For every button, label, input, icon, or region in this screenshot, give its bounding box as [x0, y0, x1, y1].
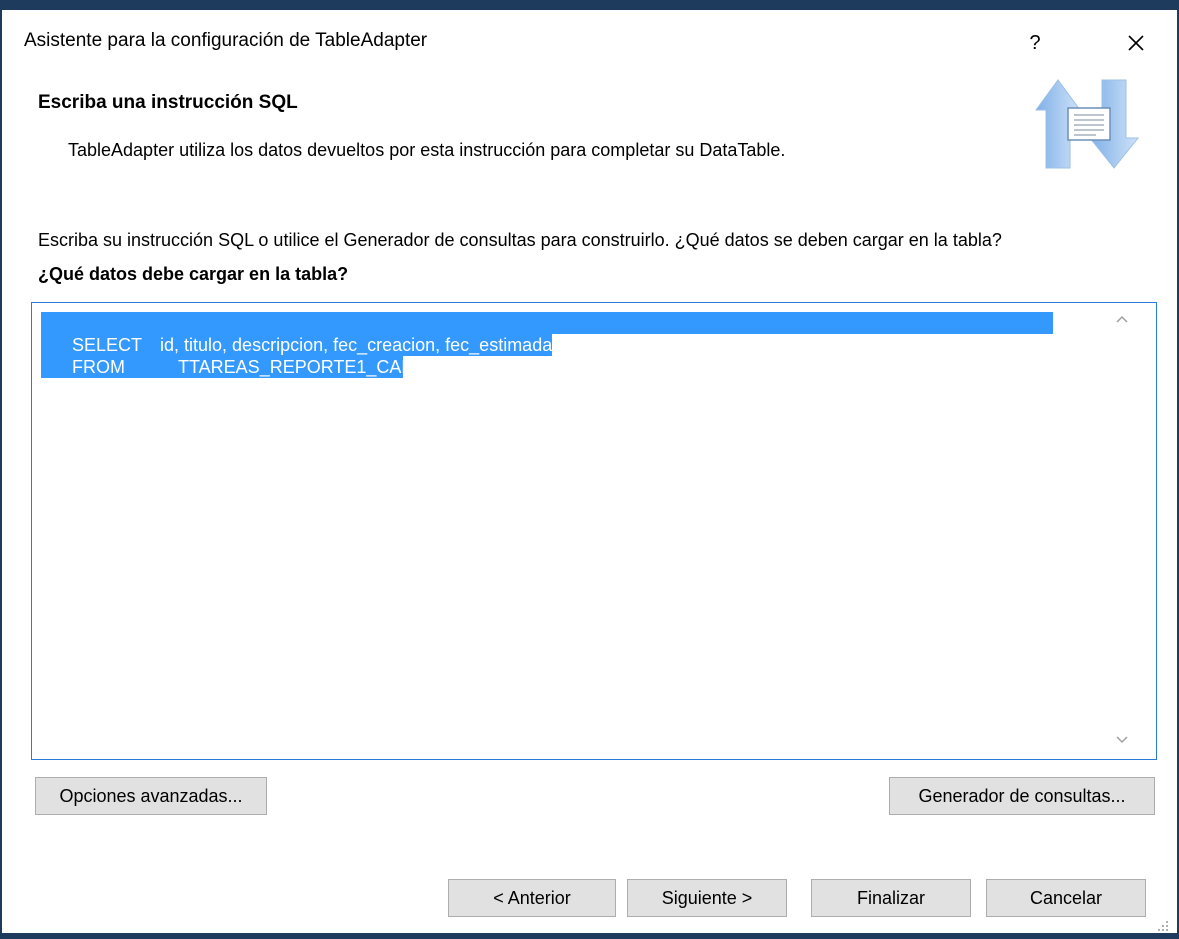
instruction-text: Escriba su instrucción SQL o utilice el …: [38, 230, 1002, 250]
scroll-down-icon[interactable]: [1114, 732, 1130, 748]
query-builder-button[interactable]: Generador de consultas...: [889, 777, 1155, 815]
scroll-up-icon[interactable]: [1114, 311, 1130, 327]
page-description: TableAdapter utiliza los datos devueltos…: [68, 140, 786, 160]
cancel-button[interactable]: Cancelar: [986, 879, 1146, 917]
previous-button[interactable]: < Anterior: [448, 879, 616, 917]
question-label: ¿Qué datos debe cargar en la tabla?: [38, 264, 349, 284]
window-frame-bottom: [2, 933, 1179, 939]
window-frame-top: [2, 0, 1179, 10]
sql-line-from: FROM TTAREAS_REPORTE1_CARGADETRABAJO: [72, 357, 549, 377]
finish-button[interactable]: Finalizar: [811, 879, 971, 917]
sql-statement-textarea[interactable]: SELECT id, titulo, descripcion, fec_creac…: [31, 302, 1157, 760]
sql-line-where: WHERE (usuario_solicita = @user): [72, 379, 370, 399]
tableadapter-wizard-dialog: Asistente para la configuración de Table…: [0, 0, 1179, 939]
sql-line-select: SELECT id, titulo, descripcion, fec_creac…: [72, 335, 923, 355]
close-button[interactable]: [1114, 26, 1158, 60]
data-transfer-icon: [1035, 79, 1140, 169]
help-button[interactable]: ?: [1017, 26, 1053, 60]
page-title: Escriba una instrucción SQL: [38, 92, 298, 113]
close-icon: [1128, 35, 1144, 51]
next-button[interactable]: Siguiente >: [627, 879, 787, 917]
window-title: Asistente para la configuración de Table…: [24, 30, 428, 51]
advanced-options-button[interactable]: Opciones avanzadas...: [35, 777, 267, 815]
resize-grip-icon[interactable]: [1157, 920, 1169, 932]
